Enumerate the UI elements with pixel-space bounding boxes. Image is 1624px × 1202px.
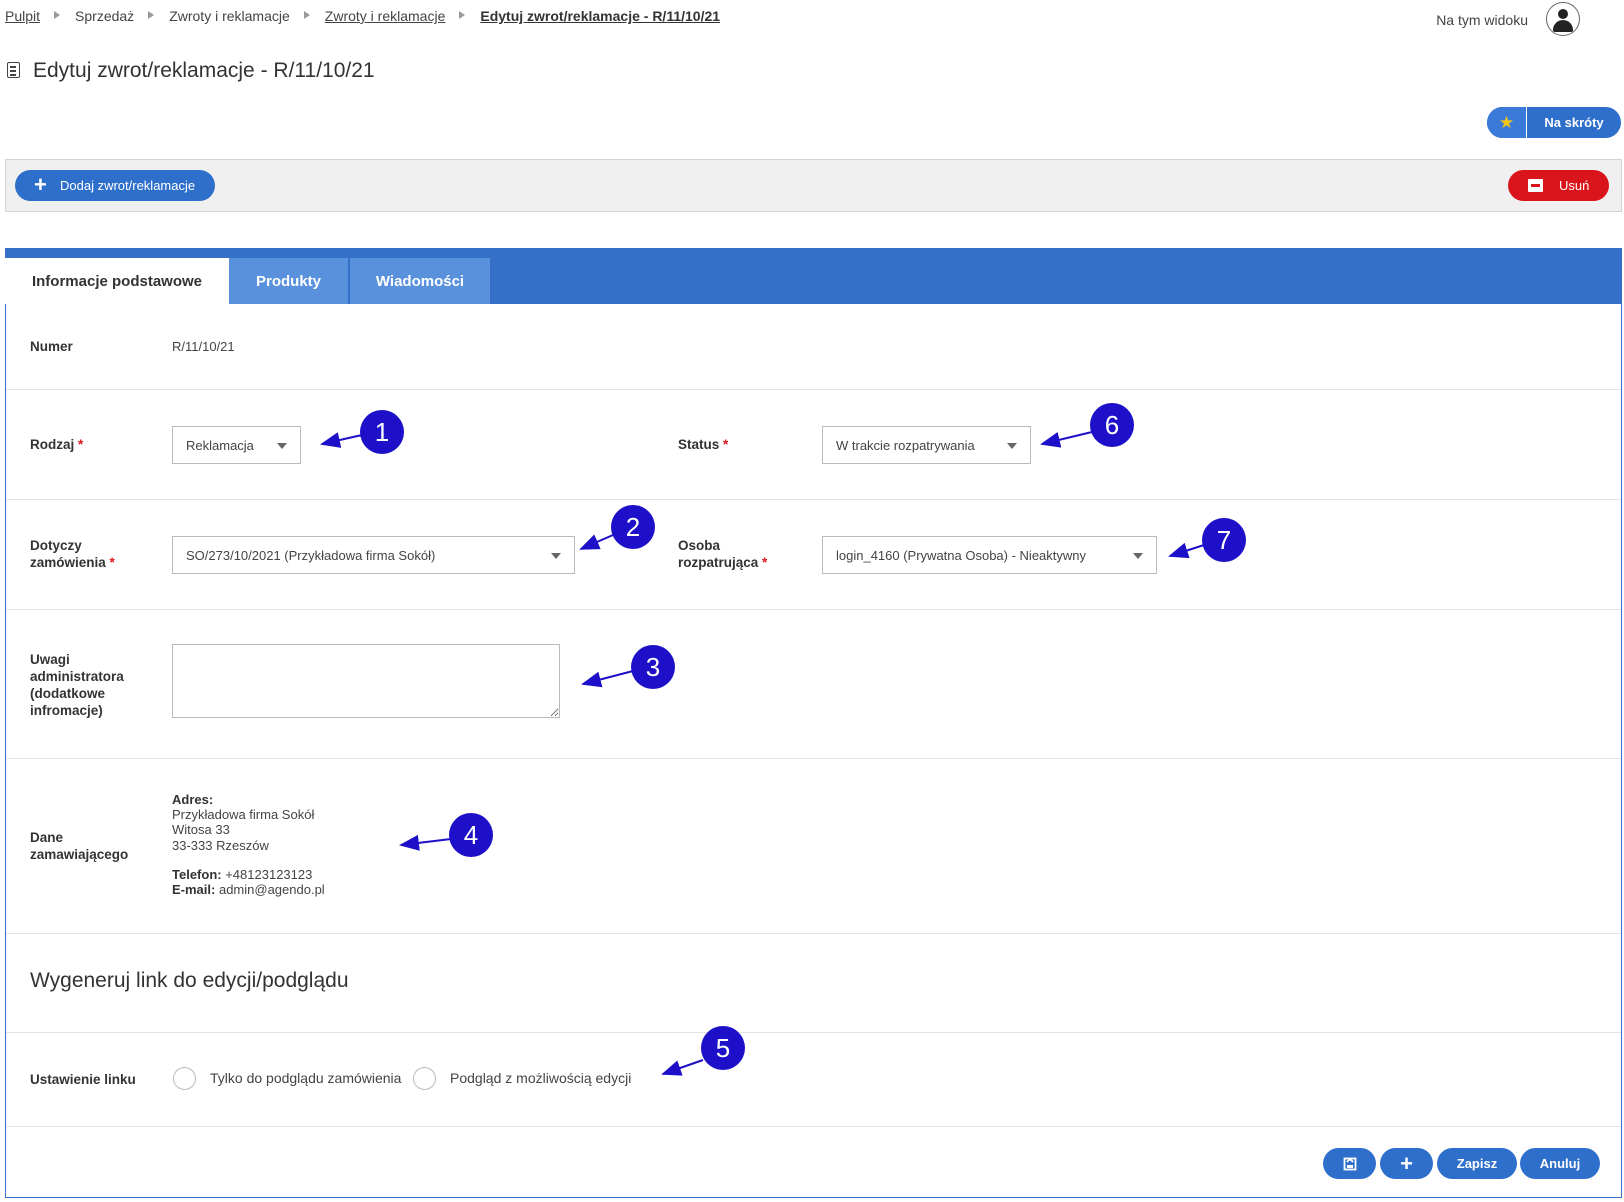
annotation-marker-7: 7 xyxy=(1202,518,1246,562)
annotation-marker-5: 5 xyxy=(701,1026,745,1070)
annotation-marker-2: 2 xyxy=(611,505,655,549)
annotation-marker-1: 1 xyxy=(360,410,404,454)
annotation-marker-6: 6 xyxy=(1090,403,1134,447)
annotation-arrows xyxy=(320,431,1205,1076)
annotation-marker-4: 4 xyxy=(449,813,493,857)
annotation-marker-3: 3 xyxy=(631,645,675,689)
